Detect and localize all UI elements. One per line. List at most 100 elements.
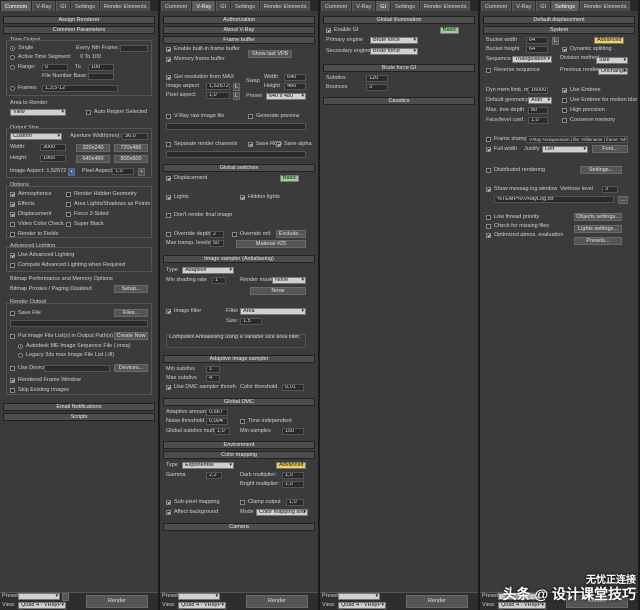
displacement-checkbox[interactable] (10, 212, 15, 217)
global-subdivs-field[interactable]: 1,0 (214, 428, 230, 435)
optimized-atmos-checkbox[interactable] (486, 233, 491, 238)
preset-640x480-button[interactable]: 640x480 (76, 155, 110, 163)
memory-fb-checkbox[interactable] (166, 57, 171, 62)
tab-settings[interactable]: Settings (551, 1, 579, 11)
render-button[interactable]: Render (86, 595, 148, 608)
dark-multiplier-field[interactable]: 1,0 (282, 472, 304, 479)
tab-common[interactable]: Common (321, 1, 352, 11)
tab-render-elements[interactable]: Render Elements (419, 1, 471, 11)
dyn-mem-field[interactable]: 16000 (528, 87, 548, 94)
setup-button[interactable]: Setup... (114, 285, 148, 293)
render-button[interactable]: Render (246, 595, 308, 608)
area-to-render-select[interactable]: View (10, 109, 66, 116)
filter-select[interactable]: Area (240, 308, 306, 315)
objects-settings-button[interactable]: Objects settings... (574, 213, 622, 221)
tab-common[interactable]: Common (1, 1, 32, 11)
use-advanced-lighting-checkbox[interactable] (10, 253, 15, 258)
dynamic-splitting-checkbox[interactable] (562, 47, 567, 52)
time-independent-checkbox[interactable] (240, 419, 245, 424)
override-depth-field[interactable]: 2 (210, 231, 224, 238)
tab-gi[interactable]: GI (536, 1, 551, 11)
embree-motion-blur-checkbox[interactable] (562, 98, 567, 103)
legacy-radio[interactable] (18, 353, 23, 358)
raw-path-field[interactable] (166, 123, 306, 130)
basic-mode-badge[interactable]: Basic (440, 27, 460, 34)
color-threshold-field[interactable]: 0,01 (282, 384, 304, 391)
mode-select[interactable]: Color mapping and gamma (256, 509, 308, 516)
subdivs-field[interactable]: 120 (366, 75, 388, 82)
lock-pixel-icon[interactable]: L (233, 92, 240, 100)
advanced-mode-badge[interactable]: Advanced (276, 462, 307, 469)
channels-path-field[interactable] (166, 151, 306, 158)
min-samples-field[interactable]: 150 (282, 428, 304, 435)
frame-stamp-checkbox[interactable] (486, 137, 491, 142)
cm-type-select[interactable]: Exponential (182, 462, 234, 469)
rollout-global-switches[interactable]: Global switches (163, 164, 315, 172)
rollout-color-mapping[interactable]: Color mapping (163, 451, 315, 459)
affect-background-checkbox[interactable] (166, 510, 171, 515)
preset-select[interactable] (338, 593, 380, 600)
default-geometry-select[interactable]: Auto (528, 97, 552, 104)
reverse-sequence-checkbox[interactable] (486, 68, 491, 73)
conserve-memory-checkbox[interactable] (562, 118, 567, 123)
rollout-about-vray[interactable]: About V-Ray (163, 26, 315, 34)
rollout-environment[interactable]: Environment (163, 441, 315, 449)
render-button[interactable]: Render (406, 595, 468, 608)
tab-render-elements[interactable]: Render Elements (259, 1, 311, 11)
rollout-brute-force[interactable]: Brute force GI (323, 64, 475, 72)
lock-aspect-icon[interactable]: • (68, 168, 75, 176)
image-filter-checkbox[interactable] (166, 309, 171, 314)
lock-bucket-icon[interactable]: L (552, 37, 559, 45)
atmospherics-checkbox[interactable] (10, 192, 15, 197)
face-level-field[interactable]: 1,0 (528, 117, 548, 124)
rollout-frame-buffer[interactable]: Frame buffer (163, 36, 315, 44)
material-button[interactable]: Material #25 (236, 240, 306, 248)
output-size-preset-select[interactable]: Custom (10, 133, 62, 140)
use-dmc-checkbox[interactable] (166, 385, 171, 390)
super-black-checkbox[interactable] (66, 222, 71, 227)
autodesk-seq-radio[interactable] (18, 344, 23, 349)
distributed-rendering-checkbox[interactable] (486, 168, 491, 173)
device-field[interactable] (44, 365, 110, 372)
effects-checkbox[interactable] (10, 202, 15, 207)
verbose-level-field[interactable]: 3 (602, 186, 618, 193)
bucket-height-field[interactable]: 64 (526, 46, 548, 53)
file-base-field[interactable] (88, 73, 114, 80)
rollout-scripts[interactable]: Scripts (3, 413, 155, 421)
pixel-aspect-field[interactable]: 1,0 (206, 92, 230, 99)
tab-common[interactable]: Common (161, 1, 192, 11)
rollout-system[interactable]: System (483, 26, 635, 34)
clamp-field[interactable]: 1,0 (286, 499, 304, 506)
rollout-adaptive-sampler[interactable]: Adaptive image sampler (163, 355, 315, 363)
exclude-button[interactable]: Exclude... (276, 230, 306, 238)
bucket-width-field[interactable]: 64 (526, 37, 548, 44)
bright-multiplier-field[interactable]: 1,0 (282, 481, 304, 488)
rollout-authorization[interactable]: Authorization (163, 16, 315, 24)
division-method-select[interactable]: Size (596, 57, 628, 64)
save-alpha-checkbox[interactable] (276, 142, 281, 147)
frame-stamp-field[interactable]: V-Ray %vrayversion | file: %filename | f… (526, 136, 628, 143)
rollout-global-dmc[interactable]: Global DMC (163, 398, 315, 406)
tab-gi[interactable]: GI (376, 1, 391, 11)
range-radio[interactable] (10, 65, 15, 70)
rollout-image-sampler[interactable]: Image sampler (Antialiasing) (163, 255, 315, 263)
rollout-assign-renderer[interactable]: Assign Renderer (3, 16, 155, 24)
use-embree-checkbox[interactable] (562, 88, 567, 93)
active-time-radio[interactable] (10, 55, 15, 60)
skip-existing-checkbox[interactable] (10, 388, 15, 393)
generate-preview-checkbox[interactable] (248, 114, 253, 119)
show-last-vfb-button[interactable]: Show last VFB (248, 50, 292, 58)
create-now-button[interactable]: Create Now (114, 332, 148, 340)
presets-button[interactable]: Presets... (574, 237, 622, 245)
log-path-field[interactable]: %TEMP%\VRayLog.txt (494, 196, 614, 203)
hidden-lights-checkbox[interactable] (240, 195, 245, 200)
subpixel-checkbox[interactable] (166, 500, 171, 505)
tab-vray[interactable]: V-Ray (352, 1, 376, 11)
bounces-field[interactable]: 3 (366, 84, 388, 91)
height-field[interactable]: 1965 (40, 155, 66, 162)
sequence-select[interactable]: Triangulation (512, 56, 552, 63)
dont-render-checkbox[interactable] (166, 213, 171, 218)
tab-vray[interactable]: V-Ray (32, 1, 56, 11)
rollout-global-illumination[interactable]: Global illumination (323, 16, 475, 24)
frames-radio[interactable] (10, 86, 15, 91)
